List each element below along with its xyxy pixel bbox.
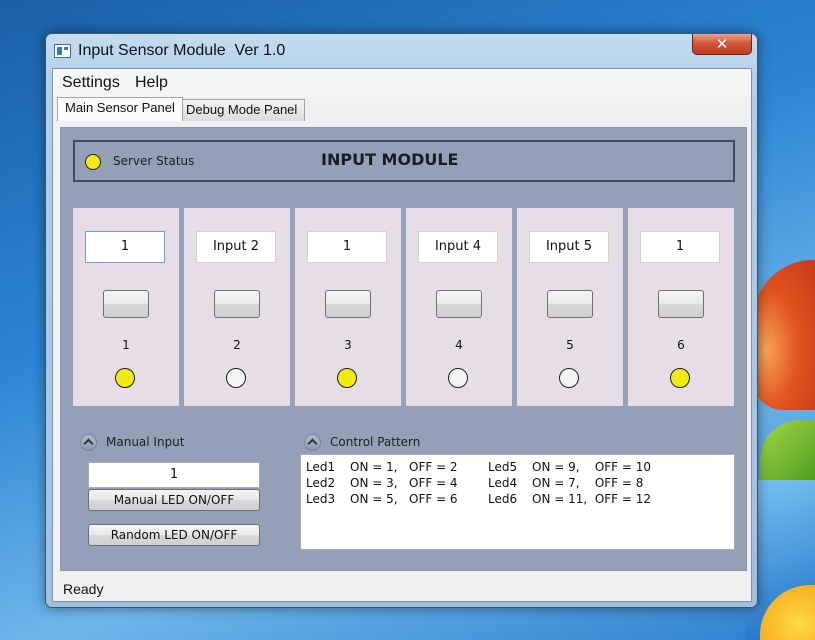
menu-bar: Settings Help [53, 69, 751, 97]
module-title: INPUT MODULE [321, 150, 459, 169]
sensor-card: 1 1 [73, 208, 179, 406]
sensor-input-field[interactable]: 1 [640, 231, 720, 263]
pattern-led-name: Led2 [306, 476, 336, 490]
pattern-led-name: Led3 [306, 492, 336, 506]
sensor-input-field[interactable]: Input 4 [418, 231, 498, 263]
close-button[interactable]: ✕ [692, 34, 752, 55]
sensor-led [448, 368, 468, 388]
wallpaper-green-shape [760, 420, 815, 480]
app-icon [54, 44, 71, 58]
pattern-led-values: ON = 11, OFF = 12 [532, 492, 652, 506]
sensor-number: 4 [455, 338, 463, 352]
sensor-card: 1 6 [628, 208, 734, 406]
pattern-led-name: Led6 [488, 492, 518, 506]
sensor-led [337, 368, 357, 388]
status-text: Ready [63, 581, 104, 597]
sensor-toggle-button[interactable] [547, 290, 593, 318]
chevron-up-icon[interactable] [80, 434, 97, 451]
tab-debug-mode-panel[interactable]: Debug Mode Panel [178, 99, 306, 121]
tab-strip: Main Sensor Panel Debug Mode Panel [53, 97, 751, 121]
pattern-led-values: ON = 3, OFF = 4 [350, 476, 458, 490]
sensor-led [115, 368, 135, 388]
manual-input-field[interactable]: 1 [88, 462, 260, 488]
pattern-led-name: Led5 [488, 460, 518, 474]
title-bar[interactable]: Input Sensor Module Ver 1.0 ✕ [46, 34, 757, 68]
sensor-toggle-button[interactable] [658, 290, 704, 318]
wallpaper-red-shape [753, 260, 815, 410]
sensor-led [226, 368, 246, 388]
sensor-input-field[interactable]: 1 [85, 231, 165, 263]
status-bar: Ready [53, 579, 751, 601]
sensor-number: 6 [677, 338, 685, 352]
sensor-number: 3 [344, 338, 352, 352]
pattern-led-name: Led4 [488, 476, 518, 490]
sensor-number: 5 [566, 338, 574, 352]
pattern-led-values: ON = 7, OFF = 8 [532, 476, 644, 490]
random-led-button[interactable]: Random LED ON/OFF [88, 524, 260, 546]
menu-help[interactable]: Help [135, 74, 168, 92]
control-pattern-text: Led1 ON = 1, OFF = 2 Led2 ON = 3, OFF = … [300, 454, 735, 550]
sensor-toggle-button[interactable] [436, 290, 482, 318]
module-header: Server Status INPUT MODULE [73, 140, 735, 182]
sensor-led [670, 368, 690, 388]
menu-settings[interactable]: Settings [62, 74, 120, 92]
manual-led-toggle-button[interactable]: Manual LED ON/OFF [88, 489, 260, 511]
pattern-led-name: Led1 [306, 460, 336, 474]
sensor-number: 1 [122, 338, 130, 352]
sensor-input-field[interactable]: 1 [307, 231, 387, 263]
main-sensor-panel: Server Status INPUT MODULE 1 1 Input 2 2… [60, 127, 747, 571]
sensor-card: Input 2 2 [184, 208, 290, 406]
sensor-input-field[interactable]: Input 2 [196, 231, 276, 263]
app-window: Input Sensor Module Ver 1.0 ✕ Settings H… [45, 33, 758, 608]
sensor-card: Input 5 5 [517, 208, 623, 406]
sensor-number: 2 [233, 338, 241, 352]
sensor-card: Input 4 4 [406, 208, 512, 406]
tab-main-sensor-panel[interactable]: Main Sensor Panel [57, 97, 183, 121]
pattern-led-values: ON = 9, OFF = 10 [532, 460, 652, 474]
sensor-toggle-button[interactable] [214, 290, 260, 318]
client-area: Settings Help Main Sensor Panel Debug Mo… [52, 68, 752, 602]
sensor-input-field[interactable]: Input 5 [529, 231, 609, 263]
sensor-led [559, 368, 579, 388]
window-title: Input Sensor Module Ver 1.0 [78, 42, 286, 59]
sensor-toggle-button[interactable] [325, 290, 371, 318]
sensor-toggle-button[interactable] [103, 290, 149, 318]
server-status-led [85, 154, 101, 170]
sensor-card: 1 3 [295, 208, 401, 406]
pattern-led-values: ON = 1, OFF = 2 [350, 460, 458, 474]
chevron-up-icon[interactable] [304, 434, 321, 451]
pattern-led-values: ON = 5, OFF = 6 [350, 492, 458, 506]
control-pattern-label: Control Pattern [330, 435, 421, 449]
server-status-label: Server Status [113, 154, 195, 168]
manual-input-label: Manual Input [106, 435, 185, 449]
